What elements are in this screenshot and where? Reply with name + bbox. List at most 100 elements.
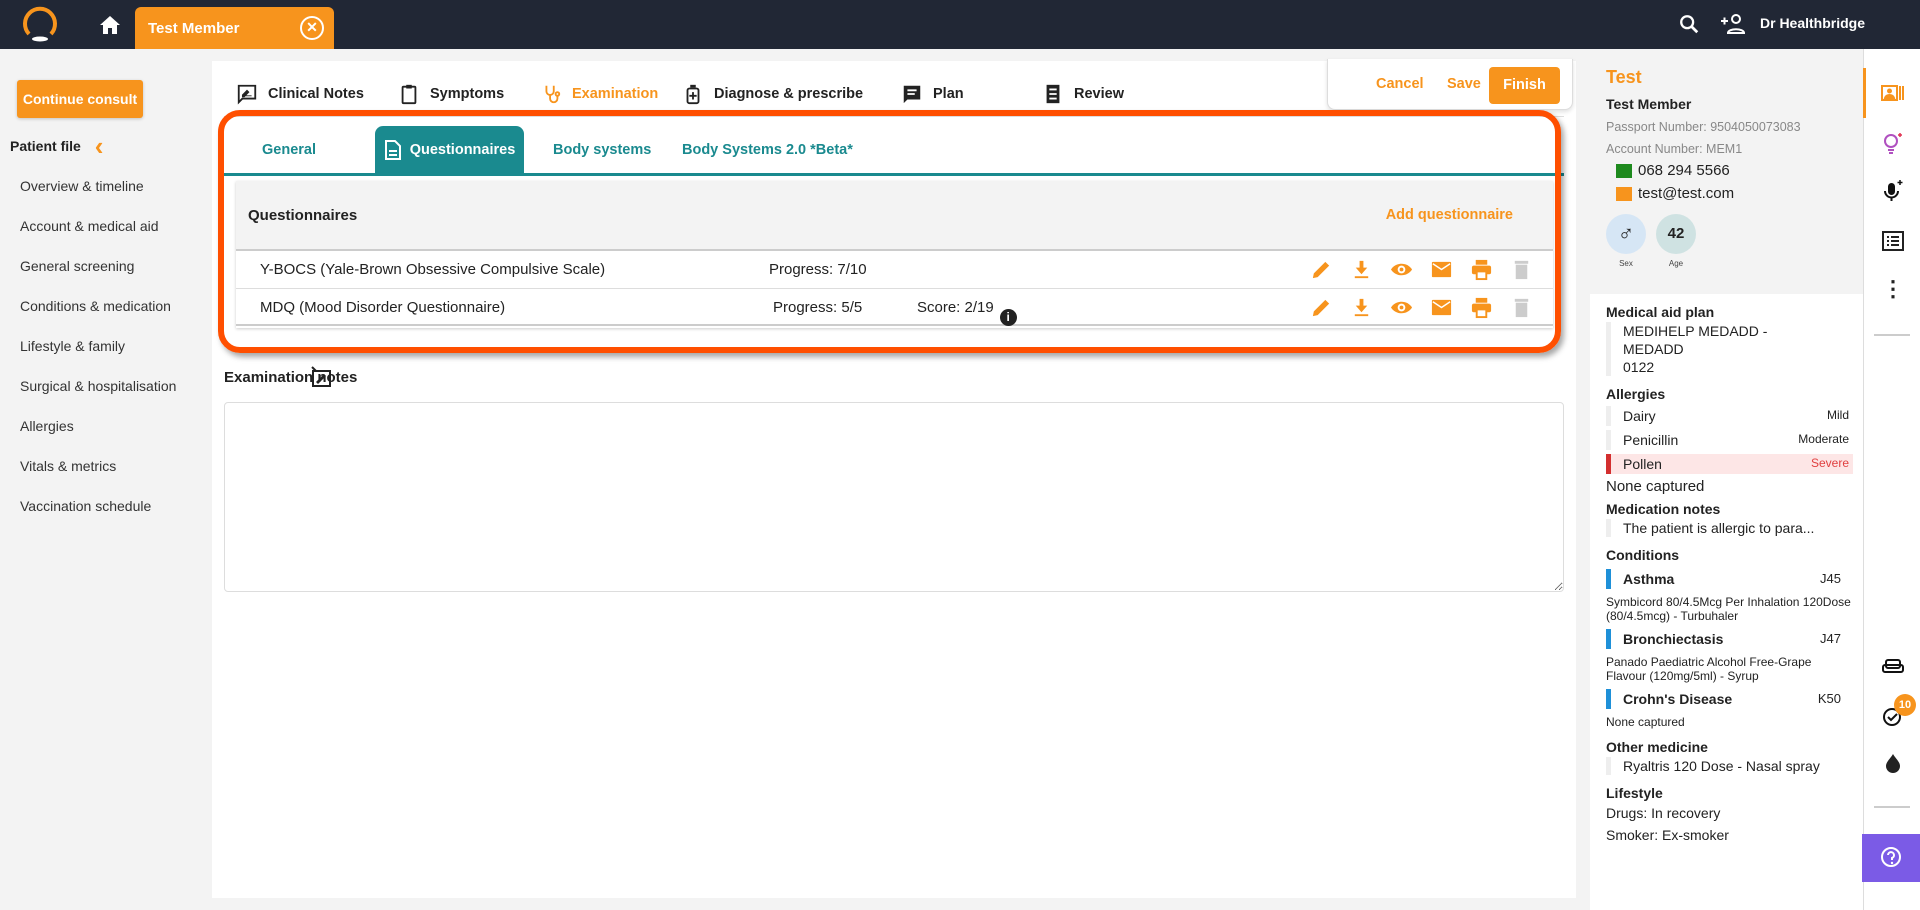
sidebar-item-account[interactable]: Account & medical aid	[20, 218, 159, 234]
step-diagnose[interactable]: Diagnose & prescribe	[682, 83, 863, 105]
condition-name: Asthma	[1623, 571, 1675, 587]
lifestyle-title: Lifestyle	[1606, 785, 1663, 801]
chevron-left-icon[interactable]: ‹	[95, 133, 104, 159]
add-user-icon[interactable]	[1720, 13, 1746, 35]
step-examination[interactable]: Examination	[540, 83, 658, 105]
condition-item: Bronchiectasis J47	[1606, 629, 1853, 649]
condition-name: Bronchiectasis	[1623, 631, 1724, 647]
dictation-icon[interactable]	[310, 365, 334, 389]
patient-card-icon[interactable]	[1881, 81, 1905, 105]
allergy-severity: Moderate	[1798, 432, 1849, 446]
allergy-name: Penicillin	[1623, 432, 1679, 448]
note-edit-icon	[237, 84, 257, 105]
app-logo[interactable]	[20, 4, 60, 44]
account-number: Account Number: MEM1	[1606, 142, 1743, 156]
search-icon[interactable]	[1678, 13, 1700, 35]
sidebar-item-vitals[interactable]: Vitals & metrics	[20, 458, 116, 474]
allergy-severity: Severe	[1810, 456, 1849, 470]
sidebar-item-allergies[interactable]: Allergies	[20, 418, 74, 434]
patient-tab[interactable]: Test Member ✕	[135, 7, 334, 49]
sidebar-item-screening[interactable]: General screening	[20, 258, 134, 274]
condition-code: K50	[1817, 691, 1841, 706]
allergy-item: Dairy Mild	[1606, 406, 1853, 426]
cancel-button[interactable]: Cancel	[1376, 76, 1424, 92]
examination-notes-label: Examination notes	[224, 369, 358, 386]
condition-code: J47	[1820, 631, 1841, 646]
allergy-name: Dairy	[1623, 408, 1656, 424]
user-name[interactable]: Dr Healthbridge	[1760, 15, 1865, 31]
email-row[interactable]: test@test.com	[1616, 185, 1847, 202]
condition-code: J45	[1820, 571, 1841, 586]
step-symptoms[interactable]: Symptoms	[398, 83, 504, 105]
more-options-icon[interactable]: ⋮	[1881, 277, 1905, 301]
patient-tab-label: Test Member	[148, 20, 240, 37]
blood-drop-icon[interactable]	[1881, 751, 1905, 775]
step-label: Symptoms	[430, 86, 505, 102]
condition-medication: Symbicord 80/4.5Mcg Per Inhalation 120Do…	[1606, 595, 1851, 623]
consult-card: Clinical Notes Symptoms Examination Diag…	[212, 59, 1576, 898]
step-plan[interactable]: Plan	[901, 83, 964, 105]
step-clinical-notes[interactable]: Clinical Notes	[236, 83, 364, 105]
checklist-icon[interactable]	[1881, 229, 1905, 253]
step-label: Examination	[572, 86, 659, 102]
medical-aid-plan: MEDIHELP MEDADD - MEDADD 0122	[1606, 322, 1853, 376]
top-bar: Test Member ✕ Dr Healthbridge	[0, 0, 1920, 49]
clipboard-icon	[401, 84, 417, 105]
allergies-title: Allergies	[1606, 386, 1666, 402]
sidebar-item-conditions[interactable]: Conditions & medication	[20, 298, 171, 314]
sidebar-item-surgical[interactable]: Surgical & hospitalisation	[20, 378, 176, 394]
save-button[interactable]: Save	[1447, 76, 1481, 92]
step-label: Review	[1074, 86, 1124, 102]
home-icon[interactable]	[98, 13, 122, 37]
email-icon	[1616, 186, 1632, 201]
continue-consult-button[interactable]: Continue consult	[17, 80, 143, 118]
sidebar-item-vaccination[interactable]: Vaccination schedule	[20, 498, 151, 514]
help-icon	[1881, 847, 1901, 867]
lifestyle-drugs: Drugs: In recovery	[1606, 805, 1721, 821]
examination-notes-input[interactable]	[224, 402, 1564, 592]
allergy-severity: Mild	[1826, 408, 1849, 422]
age-badge: 42	[1656, 214, 1696, 254]
condition-name: Crohn's Disease	[1623, 691, 1733, 707]
phone-row[interactable]: 068 294 5566	[1616, 162, 1847, 179]
ai-lightbulb-icon[interactable]	[1881, 131, 1905, 155]
medication-notes-title: Medication notes	[1606, 501, 1721, 517]
sidebar-item-overview[interactable]: Overview & timeline	[20, 178, 144, 194]
passport-number: Passport Number: 9504050073083	[1606, 120, 1801, 134]
right-icon-rail: ⋮ 10	[1863, 49, 1920, 910]
tasks-badge: 10	[1894, 694, 1916, 716]
plan-line: 0122	[1623, 359, 1655, 375]
patient-header: Test Test Member Passport Number: 950405…	[1590, 49, 1863, 294]
allergy-name: Pollen	[1623, 456, 1662, 472]
medicine-bottle-icon	[686, 84, 700, 105]
rail-divider	[1874, 334, 1910, 336]
plan-line: MEDADD	[1623, 341, 1684, 357]
male-sex-icon: ♂	[1606, 214, 1646, 254]
patient-first-name: Test	[1606, 67, 1642, 87]
lifestyle-smoker: Smoker: Ex-smoker	[1606, 827, 1729, 843]
plan-line: MEDIHELP MEDADD -	[1623, 323, 1768, 339]
finish-button[interactable]: Finish	[1489, 67, 1560, 104]
phone: 068 294 5566	[1638, 162, 1730, 179]
age-label: Age	[1668, 259, 1684, 268]
help-button[interactable]	[1862, 834, 1920, 882]
close-tab-icon[interactable]: ✕	[300, 16, 324, 40]
ai-microphone-icon[interactable]	[1881, 179, 1905, 203]
other-medicine: Ryaltris 120 Dose - Nasal spray	[1606, 757, 1853, 775]
patient-full-name: Test Member	[1606, 96, 1692, 112]
stethoscope-icon	[545, 85, 561, 104]
step-label: Diagnose & prescribe	[714, 86, 864, 102]
medication-notes: The patient is allergic to para...	[1606, 519, 1853, 537]
allergy-item: Pollen Severe	[1606, 454, 1853, 474]
step-review[interactable]: Review	[1042, 83, 1124, 105]
sms-icon	[1616, 163, 1632, 178]
couch-icon[interactable]	[1881, 654, 1905, 678]
sidebar-item-lifestyle[interactable]: Lifestyle & family	[20, 338, 125, 354]
step-label: Plan	[933, 86, 964, 102]
sex-label: Sex	[1619, 259, 1633, 268]
conditions-title: Conditions	[1606, 547, 1680, 563]
patient-file-label: Patient file	[10, 138, 81, 154]
other-medicine-title: Other medicine	[1606, 739, 1708, 755]
condition-medication: None captured	[1606, 715, 1685, 729]
email: test@test.com	[1638, 185, 1735, 202]
